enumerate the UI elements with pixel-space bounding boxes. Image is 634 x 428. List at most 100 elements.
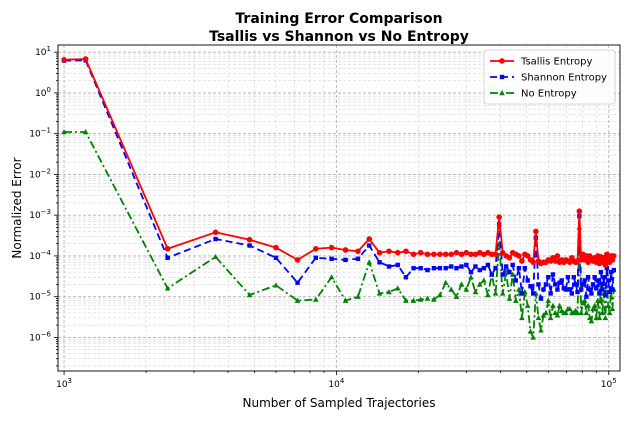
chart-subtitle: Tsallis vs Shannon vs No Entropy [209,29,469,45]
legend-label: Tsallis Entropy [520,57,592,68]
data-point [477,267,482,273]
data-point [411,265,416,271]
legend: Tsallis Entropy Shannon Entropy No Entropy [483,49,616,105]
data-point [294,257,301,263]
y-tick-label: 10−2 [29,167,51,180]
data-point [576,208,583,215]
data-point [463,249,470,256]
legend-label: Shannon Entropy [521,73,607,84]
data-point [418,265,423,271]
data-point [366,236,373,242]
data-point [589,291,594,296]
data-point [571,275,576,280]
data-point [585,275,591,280]
data-point [548,291,553,296]
data-point [328,244,335,251]
data-point [528,284,533,289]
data-point [403,275,409,280]
data-point [603,292,608,298]
data-point [503,264,509,269]
data-point [453,249,460,256]
data-point [538,296,544,301]
data-point [519,291,525,296]
data-point [492,290,499,296]
data-point [246,236,253,243]
data-point [61,56,67,63]
data-point [530,259,536,266]
data-point [377,260,382,265]
data-point [355,248,361,255]
data-point [425,267,430,273]
data-point [481,265,487,271]
data-point [463,286,470,292]
data-point [563,287,569,292]
data-point [459,264,464,269]
y-tick-label: 10−1 [29,127,51,140]
data-point [376,249,383,256]
data-point [519,314,525,321]
data-point [578,309,584,316]
data-point [506,295,513,301]
data-point [598,269,604,275]
data-point [565,275,571,280]
data-point [573,282,578,287]
series-no-entropy [61,128,617,340]
data-point [535,314,542,321]
y-tick-label: 101 [35,45,51,58]
data-point [533,228,539,235]
data-point [524,302,531,308]
x-axis-label: Number of Sampled Trajectories [243,396,436,410]
data-point [165,255,170,260]
data-point [273,244,279,251]
y-tick-label: 10−3 [29,208,51,221]
data-point [328,274,335,280]
data-point [437,265,443,271]
data-point [522,265,528,271]
data-point [580,282,586,287]
data-point [525,278,530,283]
data-point [312,296,319,302]
data-point [273,282,279,288]
data-point [499,290,506,296]
data-point [366,259,373,265]
data-point [464,262,469,268]
data-point [527,328,534,334]
data-point [547,314,554,321]
data-point [437,251,443,258]
data-point [367,243,372,248]
data-point [602,262,609,268]
data-point [507,269,512,275]
chart-figure: Training Error Comparison Tsallis vs Sha… [0,0,634,423]
chart-svg: Training Error Comparison Tsallis vs Sha… [10,11,621,410]
y-tick-label: 10−6 [29,330,51,343]
data-point [550,302,556,308]
data-point [448,286,455,292]
data-point [597,291,602,296]
y-tick-label: 100 [35,86,51,99]
data-point [458,251,465,258]
data-point [555,287,560,292]
y-tick-label: 10−4 [29,249,51,262]
data-point [489,272,494,277]
data-point [506,254,513,261]
x-tick-label: 104 [328,377,344,390]
data-point [386,264,392,269]
data-point [601,275,607,280]
x-tick-label: 105 [601,377,617,390]
data-point [559,278,564,283]
data-point [213,236,218,242]
data-point [510,262,515,268]
data-point [516,265,522,271]
data-point [538,327,544,333]
data-point [247,243,252,248]
data-point [541,287,546,292]
data-point [543,309,549,316]
data-point [553,282,558,287]
y-tick-label: 10−5 [29,290,51,303]
data-point [417,249,424,256]
data-point [556,302,563,308]
data-point [536,282,541,287]
data-point [578,287,584,292]
series-line [64,131,615,339]
data-point [468,274,474,280]
